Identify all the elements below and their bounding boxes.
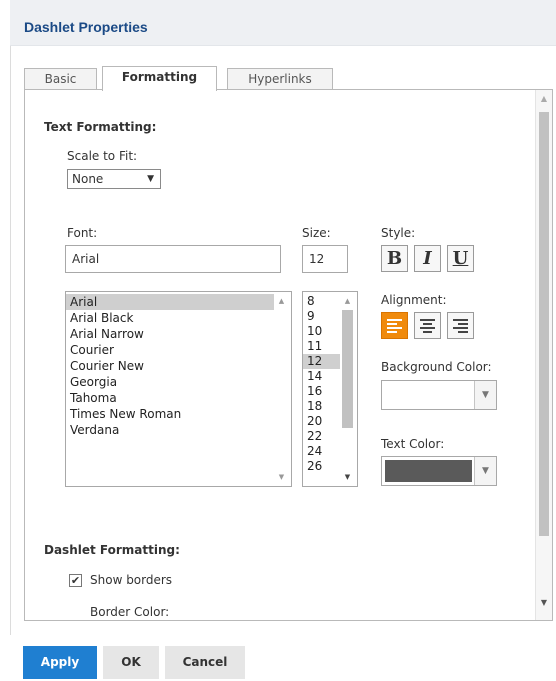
style-label: Style:	[381, 226, 416, 240]
scroll-up-icon[interactable]: ▲	[536, 94, 552, 106]
align-right-button[interactable]	[447, 312, 474, 339]
font-list-item[interactable]: Arial Black	[66, 310, 274, 326]
size-input[interactable]: 12	[302, 245, 348, 273]
chevron-down-icon[interactable]: ▼	[474, 381, 496, 409]
font-list-item[interactable]: Verdana	[66, 422, 274, 438]
scroll-down-icon[interactable]: ▼	[536, 598, 552, 610]
scale-to-fit-select[interactable]: None ▼	[67, 169, 161, 189]
text-formatting-title: Text Formatting:	[44, 120, 157, 134]
align-center-button[interactable]	[414, 312, 441, 339]
size-list-item[interactable]: 14	[303, 369, 340, 384]
size-list-item[interactable]: 11	[303, 339, 340, 354]
size-list-scrollbar[interactable]: ▲ ▼	[340, 292, 355, 486]
background-color-label: Background Color:	[381, 360, 492, 374]
panel-scrollbar[interactable]: ▲ ▼	[535, 90, 552, 620]
size-list-item[interactable]: 10	[303, 324, 340, 339]
dialog-left-border	[10, 46, 11, 635]
font-list-item[interactable]: Courier	[66, 342, 274, 358]
font-list-item[interactable]: Courier New	[66, 358, 274, 374]
align-left-button[interactable]	[381, 312, 408, 339]
font-list-item[interactable]: Georgia	[66, 374, 274, 390]
font-input[interactable]: Arial	[65, 245, 281, 273]
scale-to-fit-label: Scale to Fit:	[67, 149, 138, 163]
font-list-item[interactable]: Arial Narrow	[66, 326, 274, 342]
size-list-item[interactable]: 8	[303, 294, 340, 309]
text-color-picker[interactable]: ▼	[381, 456, 497, 486]
background-color-picker[interactable]: ▼	[381, 380, 497, 410]
scroll-up-icon[interactable]: ▲	[274, 294, 289, 308]
formatting-panel: Text Formatting: Scale to Fit: None ▼ Fo…	[24, 89, 553, 621]
cancel-button[interactable]: Cancel	[165, 646, 245, 679]
bold-button[interactable]: B	[381, 245, 408, 272]
size-list-item[interactable]: 22	[303, 429, 340, 444]
tab-formatting[interactable]: Formatting	[102, 66, 217, 91]
scale-to-fit-value: None	[72, 172, 104, 186]
apply-button[interactable]: Apply	[23, 646, 97, 679]
underline-button[interactable]: U	[447, 245, 474, 272]
text-color-swatch	[385, 460, 472, 482]
chevron-down-icon[interactable]: ▼	[474, 457, 496, 485]
alignment-label: Alignment:	[381, 293, 447, 307]
scroll-down-icon[interactable]: ▼	[274, 470, 289, 484]
size-list-item[interactable]: 9	[303, 309, 340, 324]
tab-hyperlinks[interactable]: Hyperlinks	[227, 68, 333, 90]
size-label: Size:	[302, 226, 331, 240]
font-list[interactable]: Arial Arial Black Arial Narrow Courier C…	[65, 291, 292, 487]
dialog-title: Dashlet Properties	[24, 19, 148, 35]
font-label: Font:	[67, 226, 98, 240]
background-color-swatch	[385, 384, 472, 406]
size-list-item[interactable]: 24	[303, 444, 340, 459]
dropdown-arrow-icon: ▼	[147, 174, 154, 184]
panel-scroll-thumb[interactable]	[539, 112, 549, 536]
border-color-label: Border Color:	[90, 605, 170, 619]
size-list-scroll-thumb[interactable]	[342, 310, 353, 428]
size-list-item[interactable]: 16	[303, 384, 340, 399]
size-list-item[interactable]: 18	[303, 399, 340, 414]
font-list-item[interactable]: Tahoma	[66, 390, 274, 406]
size-list-item[interactable]: 26	[303, 459, 340, 474]
ok-button[interactable]: OK	[103, 646, 159, 679]
font-list-scrollbar[interactable]: ▲ ▼	[274, 292, 289, 486]
show-borders-label: Show borders	[90, 573, 173, 587]
size-list[interactable]: 8 9 10 11 12 14 16 18 20 22 24 26 ▲ ▼	[302, 291, 358, 487]
text-color-label: Text Color:	[381, 437, 445, 451]
tab-basic[interactable]: Basic	[24, 68, 97, 90]
dashlet-formatting-title: Dashlet Formatting:	[44, 543, 180, 557]
font-list-item[interactable]: Times New Roman	[66, 406, 274, 422]
size-list-item-12[interactable]: 12	[303, 354, 340, 369]
italic-button[interactable]: I	[414, 245, 441, 272]
font-list-item-arial[interactable]: Arial	[66, 294, 274, 310]
dialog-header: Dashlet Properties	[10, 0, 556, 46]
show-borders-checkbox[interactable]: ✔	[69, 574, 82, 587]
scroll-up-icon[interactable]: ▲	[340, 294, 355, 308]
size-list-item[interactable]: 20	[303, 414, 340, 429]
scroll-down-icon[interactable]: ▼	[340, 470, 355, 484]
